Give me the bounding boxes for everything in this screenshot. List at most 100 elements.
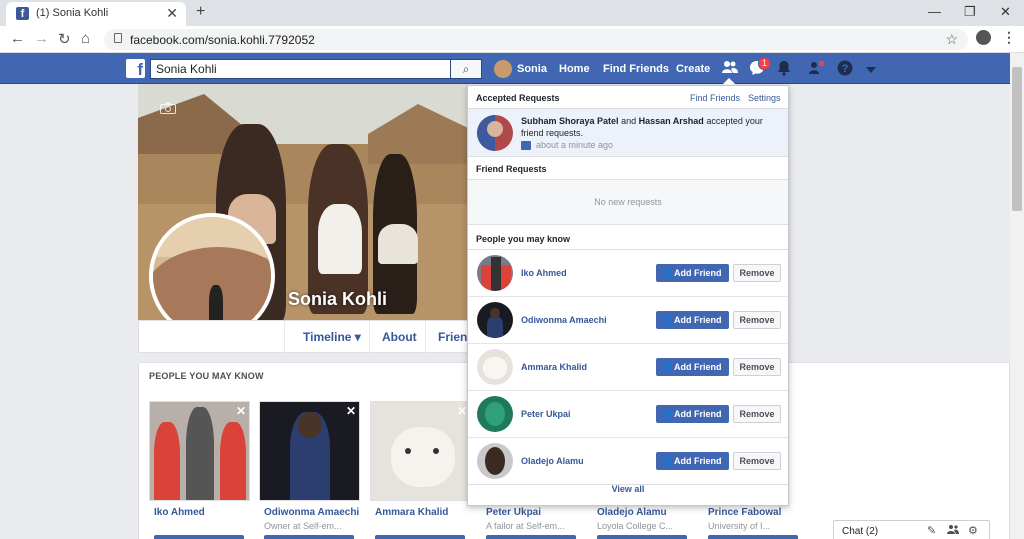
remove-button[interactable]: Remove (733, 311, 781, 329)
photo-cat-eye (433, 448, 439, 454)
camera-icon[interactable] (160, 102, 176, 117)
pymk-photo[interactable]: ✕ (259, 401, 360, 501)
no-requests-text: No new requests (594, 197, 662, 207)
add-person-icon: 👤 (662, 362, 674, 372)
pymk-avatar[interactable] (477, 443, 513, 479)
accepted-name[interactable]: Subham Shoraya Patel (521, 116, 619, 126)
home-icon[interactable]: ⌂ (81, 30, 90, 47)
add-friend-button[interactable] (597, 535, 687, 539)
avatar-shape (485, 402, 505, 426)
gear-icon[interactable]: ⚙ (968, 524, 978, 537)
add-friend-button[interactable] (708, 535, 798, 539)
add-friend-button[interactable]: 👤 Add Friend (656, 452, 729, 470)
reload-icon[interactable]: ↻ (58, 30, 71, 48)
facebook-logo[interactable]: f (126, 59, 145, 79)
pymk-name[interactable]: Ammara Khalid (521, 362, 587, 372)
pymk-name[interactable]: Peter Ukpai (486, 507, 541, 518)
pymk-avatar[interactable] (477, 349, 513, 385)
add-friend-button[interactable]: 👤 Add Friend (656, 405, 729, 423)
browser-menu-icon[interactable]: ⋮ (1002, 29, 1016, 46)
settings-link[interactable]: Settings (748, 93, 781, 103)
accepted-name[interactable]: Hassan Arshad (639, 116, 704, 126)
close-tab-icon[interactable]: ✕ (166, 5, 178, 22)
pymk-card[interactable]: ✕ Odiwonma Amaechi Owner at Self-em... (259, 401, 360, 539)
pymk-name[interactable]: Peter Ukpai (521, 409, 571, 419)
pymk-name[interactable]: Iko Ahmed (154, 507, 205, 518)
caret-down-icon[interactable] (862, 60, 880, 78)
add-friend-button[interactable] (375, 535, 465, 539)
dismiss-icon[interactable]: ✕ (236, 404, 246, 418)
accepted-request-item[interactable]: Subham Shoraya Patel and Hassan Arshad a… (468, 109, 788, 157)
messages-badge: 1 (758, 57, 772, 70)
pymk-name[interactable]: Prince Fabowal (708, 507, 781, 518)
maximize-icon[interactable]: ❐ (964, 4, 976, 20)
pymk-name[interactable]: Iko Ahmed (521, 268, 567, 278)
scrollbar-thumb[interactable] (1012, 67, 1022, 211)
bookmark-star-icon[interactable]: ☆ (945, 31, 958, 48)
accepted-and: and (621, 116, 637, 126)
pymk-card[interactable]: ✕ Iko Ahmed (149, 401, 250, 539)
pymk-photo[interactable]: ✕ (149, 401, 250, 501)
remove-button[interactable]: Remove (733, 452, 781, 470)
back-icon[interactable]: ← (10, 30, 25, 47)
photo-cat (391, 427, 455, 487)
bell-icon[interactable] (775, 60, 793, 78)
svg-text:?: ? (842, 63, 849, 75)
dismiss-icon[interactable]: ✕ (457, 404, 467, 418)
create-link[interactable]: Create (676, 63, 710, 75)
remove-button[interactable]: Remove (733, 264, 781, 282)
dismiss-icon[interactable]: ✕ (346, 404, 356, 418)
view-all-link[interactable]: View all (468, 484, 788, 494)
friends-icon[interactable] (721, 60, 739, 78)
window-close-icon[interactable]: ✕ (1000, 4, 1011, 20)
chat-bar[interactable]: Chat (2) ✎ ⚙ (833, 520, 990, 539)
pymk-name[interactable]: Oladejo Alamu (521, 456, 584, 466)
pymk-photo[interactable]: ✕ (370, 401, 471, 501)
add-friend-button[interactable] (264, 535, 354, 539)
forward-icon[interactable]: → (34, 30, 49, 47)
pymk-name[interactable]: Ammara Khalid (375, 507, 448, 518)
user-avatar[interactable] (494, 60, 512, 78)
find-friends-link[interactable]: Find Friends (690, 93, 740, 103)
remove-button[interactable]: Remove (733, 358, 781, 376)
browser-tab[interactable]: f (1) Sonia Kohli ✕ (6, 2, 186, 26)
new-tab-button[interactable]: + (196, 3, 205, 21)
tab-about[interactable]: About (382, 330, 417, 344)
pymk-dropdown-title: People you may know (476, 234, 571, 244)
profile-name[interactable]: Sonia Kohli (288, 289, 387, 310)
account-icon[interactable] (976, 30, 991, 45)
chat-label[interactable]: Chat (2) (842, 526, 878, 537)
group-icon[interactable] (947, 524, 959, 537)
pymk-name[interactable]: Odiwonma Amaechi (521, 315, 607, 325)
help-icon[interactable]: ? (836, 60, 854, 78)
add-friend-button[interactable]: 👤 Add Friend (656, 358, 729, 376)
profile-link[interactable]: Sonia (517, 63, 547, 75)
add-friend-label: Add Friend (674, 362, 722, 372)
pymk-avatar[interactable] (477, 302, 513, 338)
pymk-card[interactable]: ✕ Ammara Khalid (370, 401, 471, 539)
pymk-title: PEOPLE YOU MAY KNOW (149, 371, 264, 381)
pymk-avatar[interactable] (477, 396, 513, 432)
find-friends-link[interactable]: Find Friends (603, 63, 669, 75)
address-bar[interactable]: facebook.com/sonia.kohli.7792052 ☆ (104, 29, 968, 50)
avatar-figure (501, 265, 511, 291)
add-friend-button[interactable]: 👤 Add Friend (656, 311, 729, 329)
add-friend-button[interactable] (486, 535, 576, 539)
pages-icon[interactable] (808, 60, 826, 78)
pymk-name[interactable]: Oladejo Alamu (597, 507, 667, 518)
add-friend-button[interactable]: 👤 Add Friend (656, 264, 729, 282)
minimize-icon[interactable]: — (928, 4, 941, 19)
remove-button[interactable]: Remove (733, 405, 781, 423)
avatar-figure (481, 265, 491, 291)
avatar-figure (487, 316, 503, 338)
home-link[interactable]: Home (559, 63, 590, 75)
search-button[interactable]: ⌕ (450, 59, 482, 79)
add-friend-button[interactable] (154, 535, 244, 539)
pymk-name[interactable]: Odiwonma Amaechi (264, 507, 359, 518)
tab-timeline[interactable]: Timeline ▾ (303, 330, 361, 344)
search-input[interactable]: Sonia Kohli (150, 59, 450, 79)
url-text: facebook.com/sonia.kohli.7792052 (130, 33, 315, 47)
profile-tabs: Timeline ▾ About Friends (138, 320, 481, 353)
pymk-avatar[interactable] (477, 255, 513, 291)
new-message-icon[interactable]: ✎ (927, 524, 936, 537)
